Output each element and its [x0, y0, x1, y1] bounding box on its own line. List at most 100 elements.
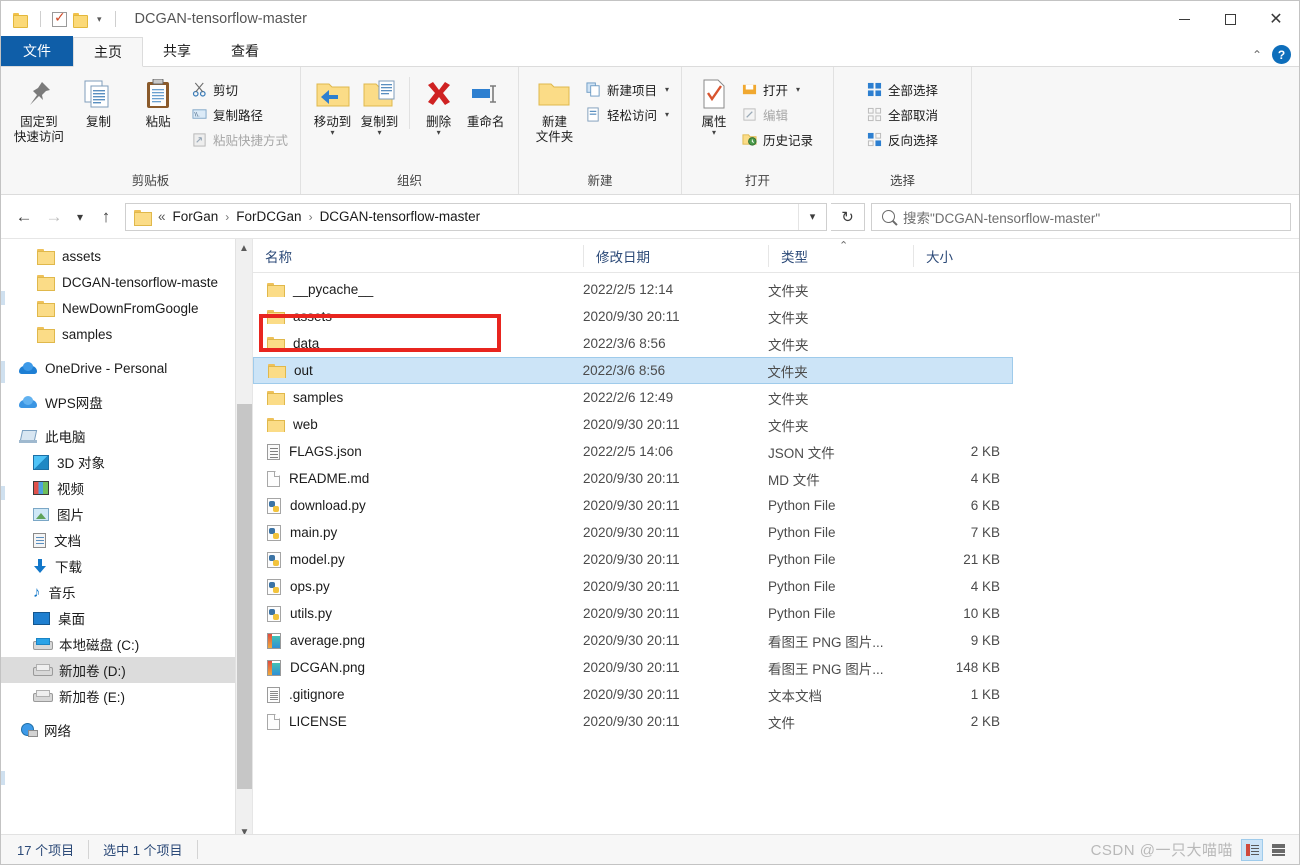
scrollbar-thumb[interactable] — [237, 404, 252, 789]
sidebar-item-music[interactable]: ♪ 音乐 — [1, 579, 252, 605]
sidebar-item-videos[interactable]: 视频 — [1, 475, 252, 501]
sidebar-item-onedrive[interactable]: OneDrive - Personal — [1, 355, 252, 381]
sidebar-item-downloads[interactable]: 下载 — [1, 553, 252, 579]
copy-button[interactable]: 复制 — [69, 71, 129, 130]
address-box[interactable]: « ForGan › ForDCGan › DCGAN-tensorflow-m… — [125, 202, 827, 231]
sidebar-item-dcgan[interactable]: DCGAN-tensorflow-maste — [1, 269, 252, 295]
details-view-button[interactable] — [1241, 838, 1263, 861]
table-row[interactable]: assets 2020/9/30 20:11 文件夹 — [253, 303, 1299, 330]
refresh-button[interactable]: ↻ — [831, 202, 865, 231]
copy-path-button[interactable]: \\. 复制路径 — [188, 103, 292, 125]
new-folder-button[interactable]: 新建 文件夹 — [527, 71, 582, 145]
search-input[interactable]: 搜索"DCGAN-tensorflow-master" — [903, 207, 1100, 227]
new-item-button[interactable]: 新建项目 ▾ — [582, 78, 673, 100]
chevron-down-icon[interactable]: ▾ — [796, 85, 800, 94]
table-row[interactable]: model.py 2020/9/30 20:11 Python File 21 KB — [253, 546, 1299, 573]
edit-button[interactable]: 编辑 — [738, 103, 817, 125]
table-row[interactable]: DCGAN.png 2020/9/30 20:11 看图王 PNG 图片... 148… — [253, 654, 1299, 681]
breadcrumb-item-1[interactable]: ForDCGan — [236, 209, 301, 224]
chevron-down-icon[interactable]: ▾ — [95, 14, 104, 25]
search-box[interactable]: 搜索"DCGAN-tensorflow-master" — [871, 202, 1291, 231]
properties-check-icon[interactable] — [52, 9, 67, 27]
file-date: 2020/9/30 20:11 — [583, 471, 680, 486]
folder-icon — [37, 301, 55, 317]
table-row-selected[interactable]: out 2022/3/6 8:56 文件夹 — [253, 357, 1013, 384]
select-none-button[interactable]: 全部取消 — [863, 103, 942, 125]
table-row[interactable]: average.png 2020/9/30 20:11 看图王 PNG 图片... 9… — [253, 627, 1299, 654]
paste-shortcut-button[interactable]: 粘贴快捷方式 — [188, 128, 292, 150]
copy-to-button[interactable]: 复制到 ▾ — [356, 71, 403, 137]
forward-button[interactable]: → — [39, 202, 69, 232]
rename-button[interactable]: 重命名 — [461, 71, 510, 130]
tab-home[interactable]: 主页 — [73, 37, 143, 67]
tab-file[interactable]: 文件 — [1, 36, 73, 66]
close-button[interactable]: ✕ — [1253, 1, 1299, 37]
cut-button[interactable]: 剪切 — [188, 78, 292, 100]
sidebar-item-newdownfromgoogle[interactable]: NewDownFromGoogle — [1, 295, 252, 321]
table-row[interactable]: LICENSE 2020/9/30 20:11 文件 2 KB — [253, 708, 1299, 735]
table-row[interactable]: samples 2022/2/6 12:49 文件夹 — [253, 384, 1299, 411]
properties-button[interactable]: 属性 ▾ — [690, 71, 738, 137]
column-header-name[interactable]: 名称 — [253, 245, 583, 267]
folder-icon[interactable] — [13, 12, 29, 28]
sidebar-item-drive-e[interactable]: 新加卷 (E:) — [1, 683, 252, 709]
table-row[interactable]: FLAGS.json 2022/2/5 14:06 JSON 文件 2 KB — [253, 438, 1299, 465]
paste-button[interactable]: 粘贴 — [128, 71, 188, 130]
chevron-down-icon[interactable]: ▾ — [665, 110, 669, 119]
sidebar-item-this-pc[interactable]: 此电脑 — [1, 423, 252, 449]
collapse-ribbon-icon[interactable]: ⌃ — [1252, 48, 1262, 62]
breadcrumb-separator[interactable]: › — [225, 210, 229, 224]
table-row[interactable]: download.py 2020/9/30 20:11 Python File 6 K… — [253, 492, 1299, 519]
table-row[interactable]: README.md 2020/9/30 20:11 MD 文件 4 KB — [253, 465, 1299, 492]
open-button[interactable]: 打开 ▾ — [738, 78, 817, 100]
table-row[interactable]: __pycache__ 2022/2/5 12:14 文件夹 — [253, 276, 1299, 303]
back-button[interactable]: ← — [9, 202, 39, 232]
easy-access-button[interactable]: 轻松访问 ▾ — [582, 103, 673, 125]
chevron-down-icon[interactable]: ▾ — [378, 128, 382, 137]
large-icons-view-button[interactable] — [1267, 839, 1289, 861]
move-to-button[interactable]: 移动到 ▾ — [309, 71, 356, 137]
history-button[interactable]: 历史记录 — [738, 128, 817, 150]
recent-locations-button[interactable]: ▾ — [69, 202, 91, 232]
scroll-up-icon[interactable]: ▲ — [236, 239, 252, 257]
sidebar-item-samples[interactable]: samples — [1, 321, 252, 347]
up-button[interactable]: ↑ — [91, 202, 121, 232]
this-pc-icon — [19, 430, 37, 443]
breadcrumb-item-2[interactable]: DCGAN-tensorflow-master — [320, 209, 481, 224]
sidebar-item-drive-c[interactable]: 本地磁盘 (C:) — [1, 631, 252, 657]
sidebar-item-desktop[interactable]: 桌面 — [1, 605, 252, 631]
pin-to-quick-access-button[interactable]: 固定到 快速访问 — [9, 71, 69, 145]
table-row[interactable]: utils.py 2020/9/30 20:11 Python File 10 KB — [253, 600, 1299, 627]
table-row[interactable]: ops.py 2020/9/30 20:11 Python File 4 KB — [253, 573, 1299, 600]
sidebar-item-3d-objects[interactable]: 3D 对象 — [1, 449, 252, 475]
sidebar-item-documents[interactable]: 文档 — [1, 527, 252, 553]
chevron-down-icon[interactable]: ▾ — [331, 128, 335, 137]
tab-view[interactable]: 查看 — [211, 36, 279, 66]
invert-selection-button[interactable]: 反向选择 — [863, 128, 942, 150]
sidebar-item-wps-cloud[interactable]: WPS网盘 — [1, 389, 252, 415]
sidebar-item-assets[interactable]: assets — [1, 243, 252, 269]
delete-button[interactable]: 删除 ▾ — [416, 71, 461, 137]
address-dropdown-button[interactable]: ▾ — [798, 203, 826, 230]
maximize-button[interactable] — [1207, 1, 1253, 37]
tab-share[interactable]: 共享 — [143, 36, 211, 66]
chevron-down-icon[interactable]: ▾ — [665, 85, 669, 94]
select-all-button[interactable]: 全部选择 — [863, 78, 942, 100]
sidebar-item-pictures[interactable]: 图片 — [1, 501, 252, 527]
breadcrumb-item-0[interactable]: ForGan — [173, 209, 219, 224]
minimize-button[interactable] — [1161, 1, 1207, 37]
sidebar-item-network[interactable]: 网络 — [1, 717, 252, 743]
table-row[interactable]: web 2020/9/30 20:11 文件夹 — [253, 411, 1299, 438]
table-row[interactable]: .gitignore 2020/9/30 20:11 文本文档 1 KB — [253, 681, 1299, 708]
breadcrumb-separator[interactable]: › — [309, 210, 313, 224]
table-row[interactable]: main.py 2020/9/30 20:11 Python File 7 KB — [253, 519, 1299, 546]
new-folder-icon[interactable] — [73, 12, 89, 28]
chevron-down-icon[interactable]: ▾ — [437, 128, 441, 137]
column-header-size[interactable]: 大小 — [913, 244, 1018, 267]
column-header-date[interactable]: 修改日期 — [583, 244, 768, 267]
sidebar-item-drive-d[interactable]: 新加卷 (D:) — [1, 657, 252, 683]
table-row[interactable]: data 2022/3/6 8:56 文件夹 — [253, 330, 1299, 357]
chevron-down-icon[interactable]: ▾ — [712, 128, 716, 137]
help-button[interactable]: ? — [1272, 45, 1291, 64]
sidebar-scrollbar[interactable]: ▲ ▼ — [235, 239, 252, 841]
